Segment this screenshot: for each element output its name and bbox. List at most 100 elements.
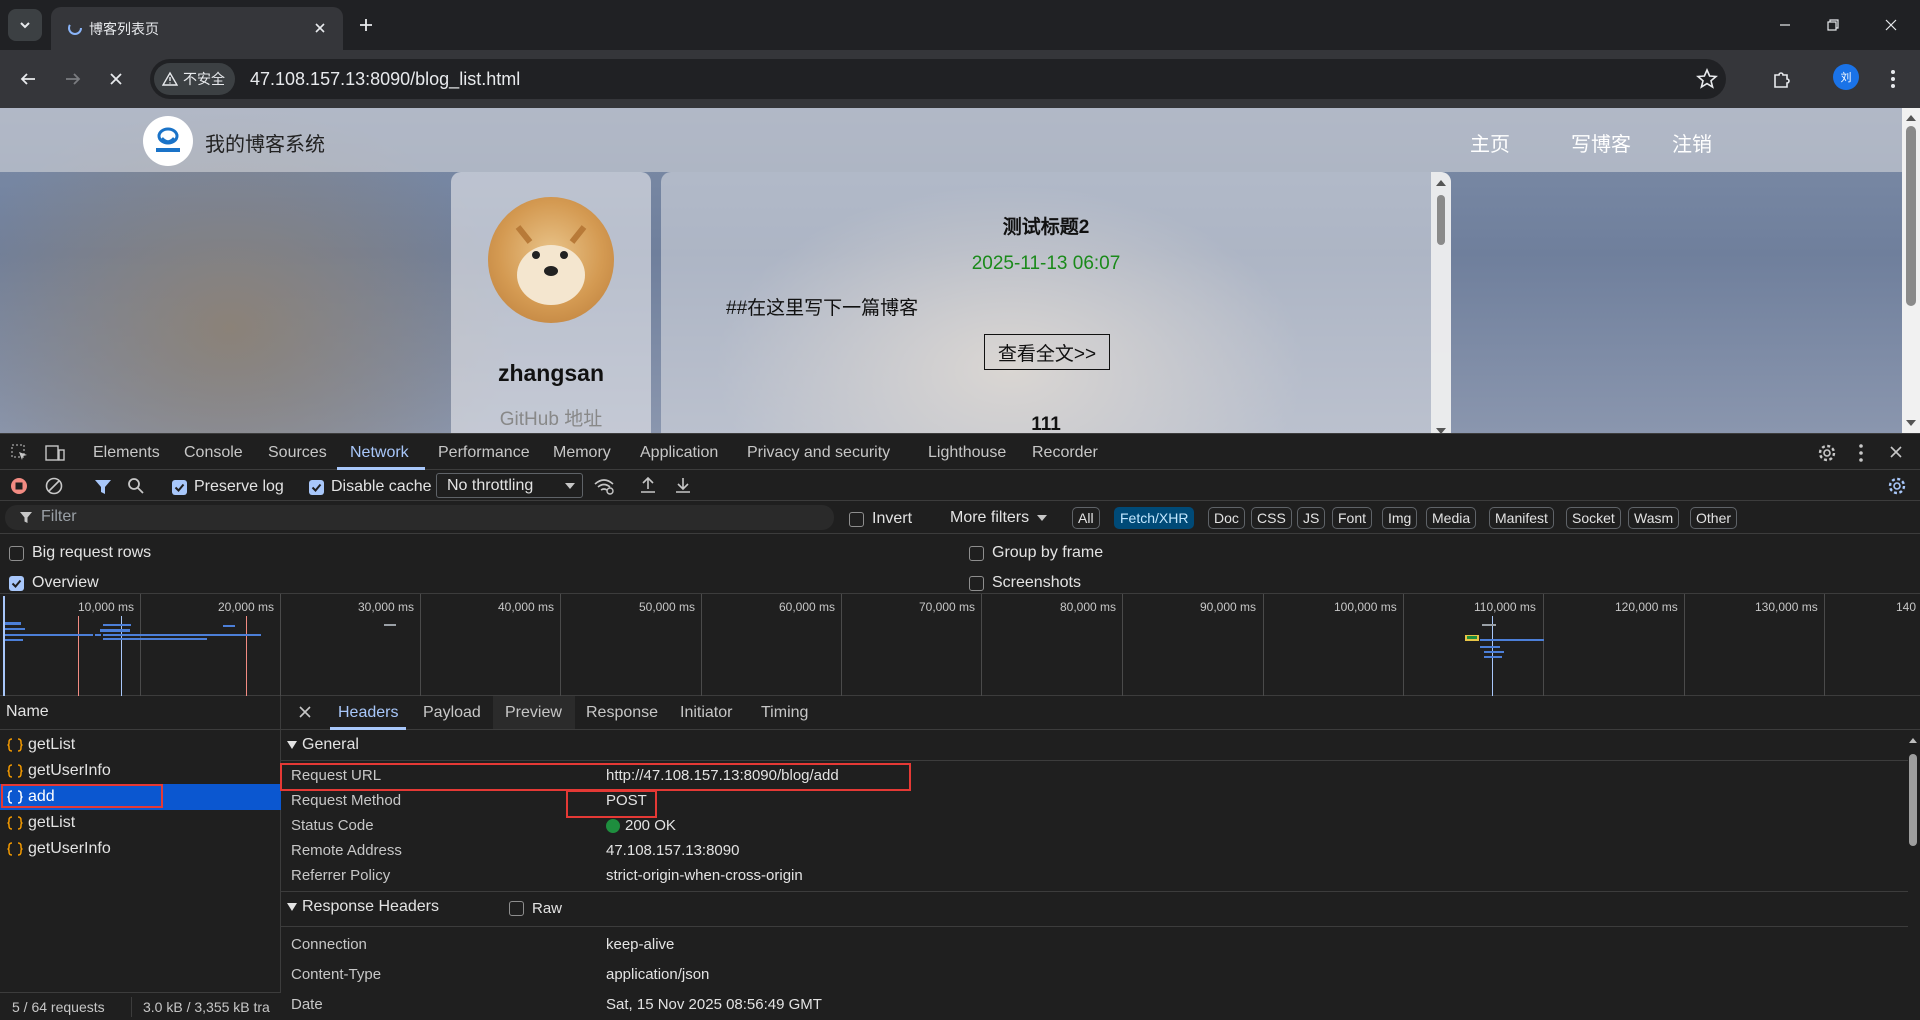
tab-network[interactable]: Network	[350, 444, 409, 462]
tab-privacy-security[interactable]: Privacy and security	[747, 444, 890, 462]
profile-avatar[interactable]: 刘	[1833, 64, 1859, 90]
url-text[interactable]: 47.108.157.13:8090/blog_list.html	[250, 69, 520, 90]
read-more-button[interactable]: 查看全文>>	[984, 334, 1110, 370]
tab-elements[interactable]: Elements	[93, 444, 160, 462]
blog-title: 111	[1031, 414, 1061, 433]
network-conditions-icon[interactable]	[593, 477, 615, 495]
triangle-down-icon	[287, 903, 297, 911]
window-close-button[interactable]	[1871, 10, 1911, 40]
request-row[interactable]: getList	[0, 810, 281, 836]
request-row[interactable]: getUserInfo	[0, 836, 281, 862]
request-row[interactable]: getUserInfo	[0, 758, 281, 784]
more-filters-dropdown[interactable]: More filters	[950, 509, 1048, 527]
stop-button[interactable]	[100, 63, 132, 95]
screenshots-checkbox[interactable]: Screenshots	[969, 574, 1081, 592]
tab-headers[interactable]: Headers	[338, 704, 398, 722]
close-icon[interactable]	[309, 17, 331, 39]
request-row-selected[interactable]: add	[0, 784, 281, 810]
back-button[interactable]	[12, 63, 44, 95]
tab-recorder[interactable]: Recorder	[1032, 444, 1098, 462]
request-name: getUserInfo	[28, 840, 111, 857]
page-scrollbar[interactable]	[1902, 108, 1920, 433]
puzzle-icon	[1774, 72, 1790, 88]
throttling-select[interactable]: No throttling	[436, 473, 583, 498]
chevron-down-icon	[20, 22, 30, 29]
type-filter-all[interactable]: All	[1072, 507, 1100, 529]
settings-gear-icon[interactable]	[1817, 443, 1837, 463]
address-bar[interactable]: 不安全 47.108.157.13:8090/blog_list.html	[150, 59, 1726, 99]
type-filter-other[interactable]: Other	[1690, 507, 1738, 529]
tab-sources[interactable]: Sources	[268, 444, 327, 462]
request-name: getList	[28, 736, 76, 753]
bookmark-star-icon[interactable]	[1695, 67, 1719, 91]
type-filter-img[interactable]: Img	[1382, 507, 1418, 529]
type-filter-wasm[interactable]: Wasm	[1628, 507, 1680, 529]
tab-lighthouse[interactable]: Lighthouse	[928, 444, 1006, 462]
filter-icon[interactable]	[94, 478, 112, 496]
blog-scrollbar[interactable]	[1431, 172, 1451, 433]
big-request-rows-checkbox[interactable]: Big request rows	[9, 544, 151, 562]
disable-cache-checkbox[interactable]: Disable cache	[309, 478, 432, 496]
group-by-frame-checkbox[interactable]: Group by frame	[969, 544, 1103, 562]
network-settings-gear-icon[interactable]	[1887, 476, 1907, 496]
tab-initiator[interactable]: Initiator	[680, 704, 732, 722]
export-har-icon[interactable]	[674, 476, 692, 494]
type-filter-fetch-xhr[interactable]: Fetch/XHR	[1114, 507, 1195, 529]
tab-performance[interactable]: Performance	[438, 444, 530, 462]
github-link[interactable]: GitHub 地址	[451, 404, 651, 431]
type-filter-doc[interactable]: Doc	[1208, 507, 1245, 529]
kebab-menu-icon[interactable]	[1858, 443, 1864, 463]
response-headers-toggle[interactable]: Response Headers	[287, 898, 439, 916]
preserve-log-checkbox[interactable]: Preserve log	[172, 478, 284, 496]
filter-input[interactable]: Filter	[5, 505, 834, 530]
nav-link-write[interactable]: 写博客	[1571, 128, 1631, 157]
search-icon[interactable]	[127, 477, 145, 495]
close-devtools-icon[interactable]	[1889, 445, 1903, 459]
header-key: Connection	[291, 936, 367, 953]
general-title: General	[302, 736, 359, 753]
site-info-button[interactable]: 不安全	[154, 63, 235, 95]
xhr-braces-icon	[7, 764, 23, 778]
general-section-toggle[interactable]: General	[287, 736, 359, 754]
inspect-element-icon[interactable]	[11, 444, 29, 462]
browser-tab[interactable]: 博客列表页	[51, 7, 343, 50]
import-har-icon[interactable]	[639, 476, 657, 494]
tab-search-button[interactable]	[8, 9, 42, 41]
type-filter-js[interactable]: JS	[1297, 507, 1326, 529]
minimize-button[interactable]	[1765, 10, 1805, 40]
tab-response[interactable]: Response	[586, 704, 658, 722]
nav-link-logout[interactable]: 注销	[1672, 128, 1712, 157]
tab-console[interactable]: Console	[184, 444, 243, 462]
device-toolbar-icon[interactable]	[45, 444, 65, 462]
blog-date: 2025-11-13 06:07	[971, 253, 1121, 274]
nav-link-home[interactable]: 主页	[1470, 128, 1510, 157]
extensions-button[interactable]	[1766, 63, 1798, 95]
type-filter-css[interactable]: CSS	[1251, 507, 1292, 529]
raw-checkbox[interactable]: Raw	[509, 900, 562, 917]
name-column-header[interactable]: Name	[6, 703, 49, 721]
site-navbar: 我的博客系统 主页 写博客 注销	[0, 108, 1920, 172]
clear-icon[interactable]	[45, 477, 63, 495]
close-icon	[110, 73, 122, 85]
divider	[131, 997, 132, 1017]
new-tab-button[interactable]	[353, 12, 379, 38]
type-filter-socket[interactable]: Socket	[1566, 507, 1621, 529]
close-detail-icon[interactable]	[298, 705, 312, 719]
request-row[interactable]: getList	[0, 732, 281, 758]
overview-timeline[interactable]: 10,000 ms 20,000 ms 30,000 ms 40,000 ms …	[0, 594, 1920, 696]
type-filter-manifest[interactable]: Manifest	[1489, 507, 1554, 529]
tab-preview[interactable]: Preview	[505, 704, 562, 722]
browser-menu-button[interactable]	[1877, 63, 1909, 95]
tab-application[interactable]: Application	[640, 444, 718, 462]
record-stop-icon[interactable]	[10, 477, 28, 495]
tab-memory[interactable]: Memory	[553, 444, 611, 462]
restore-button[interactable]	[1813, 10, 1853, 40]
type-filter-media[interactable]: Media	[1426, 507, 1477, 529]
forward-button[interactable]	[57, 63, 89, 95]
invert-checkbox[interactable]: Invert	[849, 510, 912, 528]
type-filter-font[interactable]: Font	[1332, 507, 1373, 529]
detail-scrollbar[interactable]	[1906, 734, 1920, 1020]
tab-timing[interactable]: Timing	[761, 704, 808, 722]
tab-payload[interactable]: Payload	[423, 704, 481, 722]
overview-checkbox[interactable]: Overview	[9, 574, 99, 592]
